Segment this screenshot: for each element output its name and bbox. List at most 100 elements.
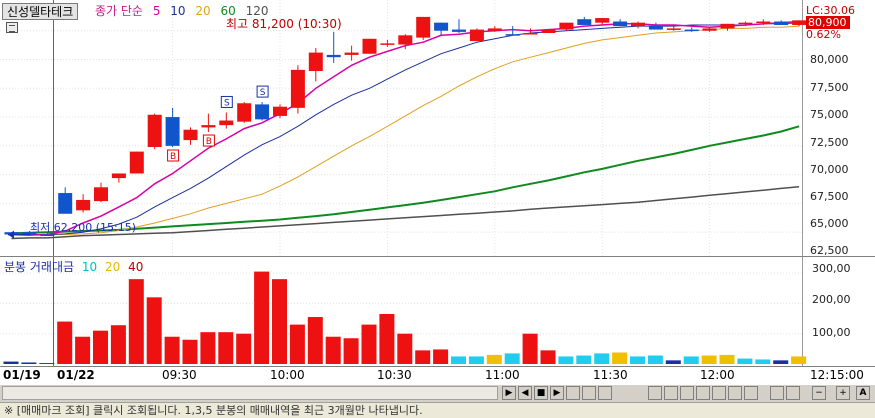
x-tick-label: 11:30 — [593, 368, 628, 382]
volume-bar — [289, 324, 305, 364]
volume-bar — [272, 279, 287, 364]
candle — [183, 129, 198, 141]
bar-icon[interactable] — [598, 386, 612, 400]
bar-icon[interactable] — [582, 386, 596, 400]
price-chart-svg: B B S S — [0, 0, 807, 256]
candle — [308, 52, 323, 72]
candle — [648, 26, 663, 30]
volume-bar — [630, 356, 645, 364]
chart-type-icon[interactable] — [728, 386, 742, 400]
volume-bar — [361, 324, 377, 364]
candle — [94, 187, 108, 202]
candle — [326, 54, 341, 58]
volume-legend-10: 10 — [81, 260, 98, 274]
volume-bar — [451, 356, 466, 364]
volume-bar — [93, 330, 108, 364]
candle — [756, 21, 771, 24]
chart-type-icon[interactable] — [664, 386, 678, 400]
chart-type-icon[interactable] — [744, 386, 758, 400]
volume-bar — [21, 362, 37, 364]
zoom-out-button[interactable]: − — [812, 386, 826, 400]
volume-bar — [486, 354, 502, 364]
next-button[interactable]: ▶ — [550, 386, 564, 400]
volume-bar — [737, 358, 753, 364]
volume-bar — [540, 350, 556, 364]
volume-bar — [236, 333, 252, 364]
candle — [738, 22, 753, 25]
sell-marker-label: S — [260, 88, 266, 98]
volume-bar — [415, 350, 431, 364]
sell-marker-label: S — [224, 98, 230, 108]
prev-button[interactable]: ◀ — [518, 386, 532, 400]
candle — [380, 43, 395, 45]
volume-bar — [200, 332, 216, 364]
volume-bar — [182, 339, 198, 364]
y-tick-label: 70,000 — [810, 163, 849, 176]
volume-bar — [3, 361, 19, 364]
ma-legend-10: 10 — [170, 4, 186, 18]
candle — [398, 35, 413, 45]
x-tick-label: 12:00 — [700, 368, 735, 382]
candle — [559, 22, 574, 30]
candle — [237, 103, 252, 122]
volume-bar — [701, 355, 717, 364]
x-tick-label: 10:00 — [270, 368, 305, 382]
change-percent: 0.62% — [806, 28, 841, 41]
chart-type-icon[interactable] — [696, 386, 710, 400]
candle — [720, 23, 735, 29]
volume-legend: 분봉 거래대금 10 20 40 — [4, 258, 147, 275]
candle — [434, 22, 449, 31]
crosshair-icon[interactable] — [770, 386, 784, 400]
candle — [595, 18, 610, 23]
candle — [702, 28, 717, 31]
x-tick-label: 09:30 — [162, 368, 197, 382]
scroll-right-button[interactable]: ▶ — [502, 386, 516, 400]
candle — [487, 28, 502, 31]
buy-marker-label: B — [170, 152, 176, 162]
candle — [201, 125, 216, 128]
candle — [469, 29, 484, 42]
volume-bar — [254, 271, 270, 364]
font-size-button[interactable]: A — [856, 386, 870, 400]
volume-bar — [719, 354, 735, 364]
volume-bar — [325, 336, 341, 364]
volume-bar — [379, 314, 395, 364]
y-tick-label: 75,000 — [810, 108, 849, 121]
volume-bar — [57, 321, 73, 364]
chart-type-icon[interactable] — [680, 386, 694, 400]
volume-bar — [433, 349, 449, 364]
volume-tick-label: 300,00 — [812, 262, 851, 275]
x-tick-label: 01/22 — [57, 368, 95, 382]
y-tick-label: 62,500 — [810, 244, 849, 257]
candle — [613, 21, 628, 27]
candle — [541, 29, 556, 34]
candle — [58, 193, 73, 214]
y-tick-label: 72,500 — [810, 136, 849, 149]
marker-icon[interactable] — [566, 386, 580, 400]
volume-legend-20: 20 — [105, 260, 121, 274]
volume-bar — [594, 353, 610, 364]
volume-bar — [146, 297, 162, 364]
candle — [147, 114, 162, 147]
ma-legend-5: 5 — [152, 4, 161, 18]
buy-marker-label: B — [206, 137, 212, 147]
crosshair-icon[interactable] — [786, 386, 800, 400]
y-tick-label: 67,500 — [810, 190, 849, 203]
chart-type-icon[interactable] — [648, 386, 662, 400]
candle — [631, 22, 645, 27]
candle — [111, 173, 126, 179]
stock-name-box[interactable]: 신성델타테크 — [2, 3, 79, 20]
volume-bar — [791, 356, 807, 364]
candle — [666, 28, 681, 30]
volume-bar — [397, 333, 413, 364]
volume-bar — [39, 363, 55, 364]
stop-button[interactable]: ■ — [534, 386, 548, 400]
candle — [792, 20, 807, 25]
chart-type-icon[interactable] — [712, 386, 726, 400]
candle — [362, 38, 377, 54]
zoom-in-button[interactable]: + — [836, 386, 850, 400]
candle — [273, 106, 287, 116]
chart-scrollbar[interactable] — [2, 386, 498, 400]
chart-settings-icon[interactable] — [6, 22, 18, 33]
volume-bar — [164, 336, 180, 364]
